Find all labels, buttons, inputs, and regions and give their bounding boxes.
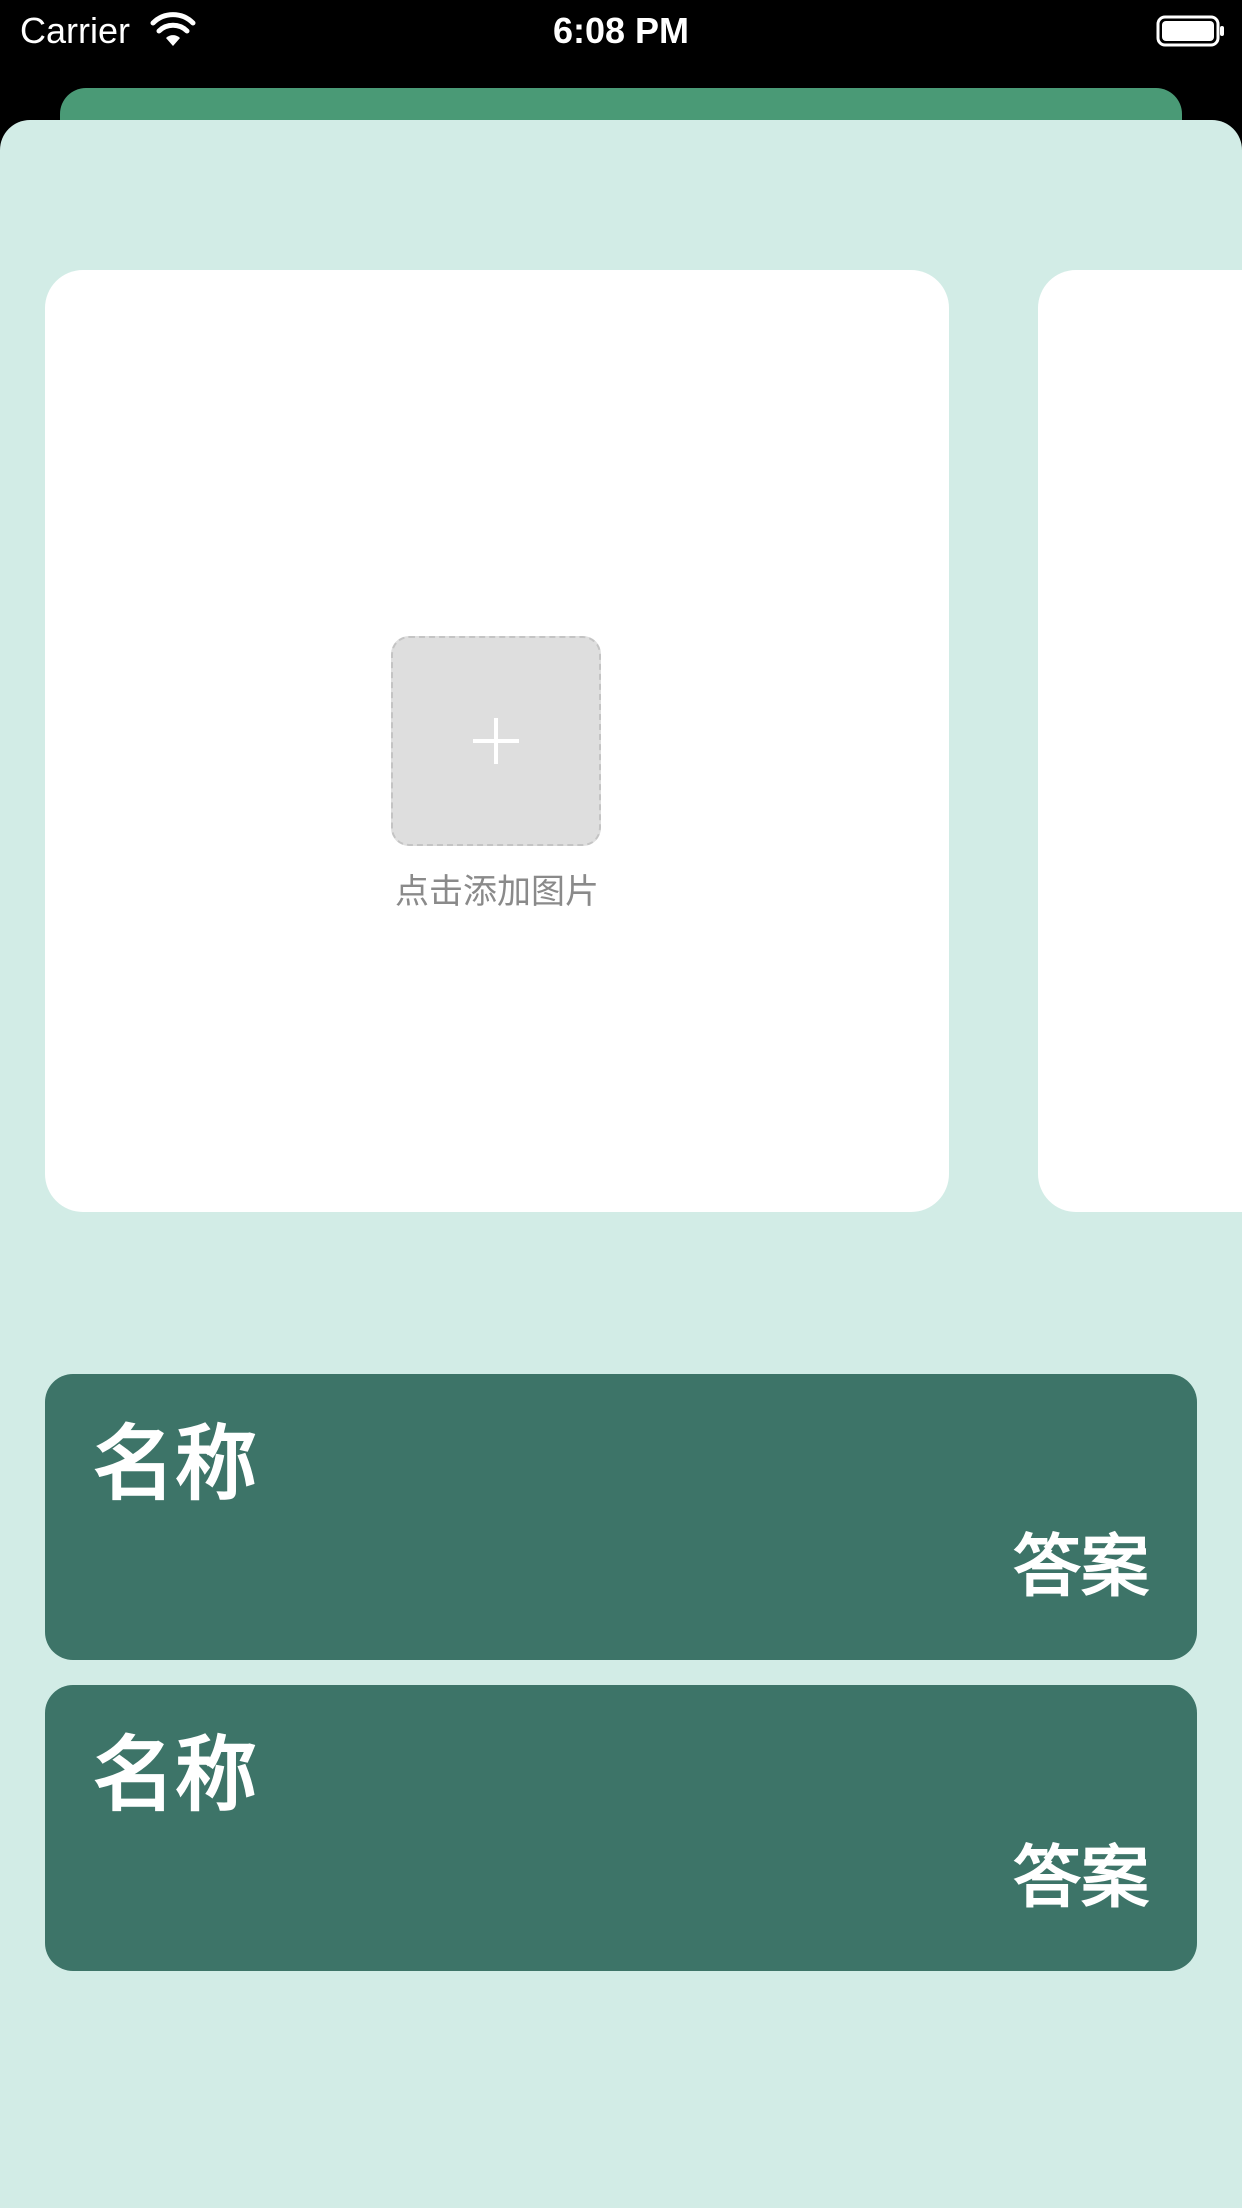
- add-image-label: 点击添加图片: [395, 872, 599, 912]
- answer-card[interactable]: 名称 答案: [45, 1685, 1197, 1971]
- image-card: 点击添加图片: [45, 270, 949, 1212]
- clock-time: 6:08 PM: [552, 10, 690, 51]
- modal-sheet: 点击添加图片 名称 答案 名称 答案: [0, 120, 1242, 2208]
- answer-card-title: 名称: [93, 1417, 258, 1512]
- answer-card-title: 名称: [93, 1728, 258, 1823]
- add-image-button[interactable]: [391, 636, 601, 846]
- answer-card[interactable]: 名称 答案: [45, 1374, 1197, 1660]
- plus-icon: [473, 718, 519, 764]
- next-image-card[interactable]: [1038, 270, 1242, 1212]
- status-bar: Carrier 6:08 PM: [0, 0, 1242, 62]
- answer-card-answer: 答案: [1012, 1528, 1149, 1607]
- answer-card-answer: 答案: [1012, 1839, 1149, 1918]
- battery-icon: [1156, 15, 1224, 47]
